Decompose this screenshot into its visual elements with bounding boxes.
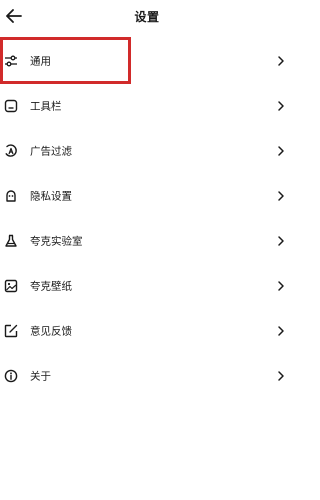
info-icon <box>3 368 19 384</box>
settings-screen: 设置 通用 工具栏 广告过滤 隐私设置 夸克实验室 夸克壁纸 意见反馈 关于 <box>0 0 294 500</box>
chevron-right-icon <box>278 190 284 201</box>
settings-item-label: 夸克实验室 <box>30 235 83 247</box>
chevron-right-icon <box>278 55 284 66</box>
toolbar-icon <box>3 98 19 114</box>
wallpaper-icon <box>3 278 19 294</box>
privacy-icon <box>3 188 19 204</box>
settings-item-label: 通用 <box>30 55 51 67</box>
settings-item-general[interactable]: 通用 <box>0 38 294 83</box>
settings-list: 通用 工具栏 广告过滤 隐私设置 夸克实验室 夸克壁纸 意见反馈 关于 <box>0 38 294 398</box>
settings-item-label: 隐私设置 <box>30 190 72 202</box>
settings-item-label: 关于 <box>30 370 51 382</box>
settings-item-label: 工具栏 <box>30 100 62 112</box>
chevron-right-icon <box>278 325 284 336</box>
adblock-icon <box>3 143 19 159</box>
chevron-right-icon <box>278 145 284 156</box>
sliders-icon <box>3 53 19 69</box>
header: 设置 <box>0 0 294 34</box>
settings-item-toolbar[interactable]: 工具栏 <box>0 83 294 128</box>
chevron-right-icon <box>278 100 284 111</box>
chevron-right-icon <box>278 235 284 246</box>
page-title: 设置 <box>134 10 160 24</box>
chevron-right-icon <box>278 280 284 291</box>
settings-item-feedback[interactable]: 意见反馈 <box>0 308 294 353</box>
feedback-icon <box>3 323 19 339</box>
settings-item-about[interactable]: 关于 <box>0 353 294 398</box>
chevron-right-icon <box>278 370 284 381</box>
settings-item-lab[interactable]: 夸克实验室 <box>0 218 294 263</box>
flask-icon <box>3 233 19 249</box>
settings-item-label: 夸克壁纸 <box>30 280 72 292</box>
settings-item-privacy[interactable]: 隐私设置 <box>0 173 294 218</box>
settings-item-label: 意见反馈 <box>30 325 72 337</box>
settings-item-wallpaper[interactable]: 夸克壁纸 <box>0 263 294 308</box>
settings-item-adblock[interactable]: 广告过滤 <box>0 128 294 173</box>
settings-item-label: 广告过滤 <box>30 145 72 157</box>
